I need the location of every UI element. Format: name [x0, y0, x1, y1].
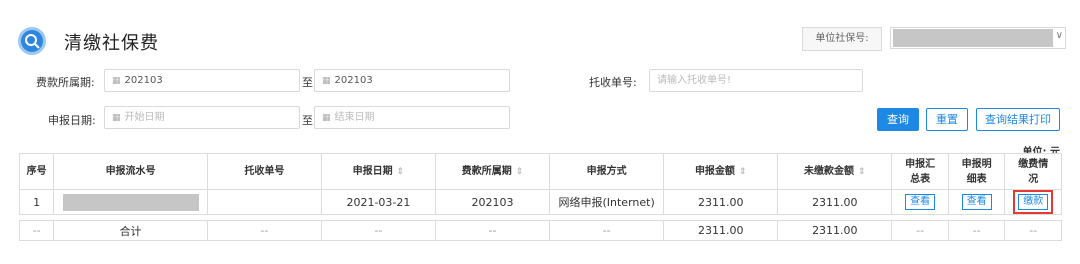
header-serial: 申报流水号 [53, 153, 208, 190]
range-separator: 至 [302, 76, 313, 89]
cell-serial [53, 189, 208, 215]
unit-social-insurance-select[interactable]: ∨ [890, 27, 1066, 49]
total-status: -- [1004, 220, 1062, 241]
view-detail-button[interactable]: 查看 [961, 194, 992, 210]
cell-unpaid: 2311.00 [777, 189, 893, 215]
calendar-icon: ▦ [112, 113, 121, 123]
sort-icon: ⇕ [396, 166, 405, 177]
header-unpaid[interactable]: 未缴款金额 ⇕ [777, 153, 893, 190]
total-seq: -- [18, 220, 55, 241]
cell-seq: 1 [18, 189, 55, 215]
unit-social-insurance-label: 单位社保号: [802, 27, 882, 51]
period-from-input[interactable]: ▦ 202103 [104, 69, 300, 92]
total-detail: -- [947, 220, 1006, 241]
total-period: -- [434, 220, 551, 241]
receipt-input[interactable]: 请输入托收单号! [649, 69, 863, 92]
total-summary: -- [891, 220, 949, 241]
header-method: 申报方式 [549, 153, 665, 190]
table-row: 1 2021-03-21 202103 网络申报(Internet) 2311.… [18, 189, 1062, 215]
total-date: -- [320, 220, 436, 241]
total-label: 合计 [53, 220, 208, 241]
header-date[interactable]: 申报日期 ⇕ [320, 153, 436, 190]
cell-period: 202103 [434, 189, 551, 215]
total-amount: 2311.00 [663, 220, 779, 241]
sort-icon: ⇕ [738, 166, 747, 177]
period-label: 费款所属期: [36, 76, 95, 89]
redacted-value [62, 193, 199, 211]
report-end-date-input[interactable]: ▦ 结束日期 [314, 106, 510, 129]
table-header-row: 序号 申报流水号 托收单号 申报日期 ⇕ 费款所属期 ⇕ 申报方式 申报金额 ⇕ 未缴… [18, 153, 1062, 190]
header-detail: 申报明 细表 [947, 153, 1006, 190]
sort-icon: ⇕ [515, 166, 524, 177]
range-separator: 至 [302, 114, 313, 127]
cell-status: 缴款 [1004, 189, 1062, 215]
redacted-value [893, 29, 1053, 47]
cell-amount: 2311.00 [663, 189, 779, 215]
chevron-down-icon: ∨ [1055, 30, 1063, 41]
header-summary: 申报汇 总表 [891, 153, 949, 190]
print-results-button[interactable]: 查询结果打印 [976, 108, 1060, 131]
report-date-label: 申报日期: [48, 114, 96, 127]
cell-receipt [206, 189, 322, 215]
cell-detail: 查看 [947, 189, 1006, 215]
social-insurance-logo-icon [18, 27, 46, 55]
page-title: 清缴社保费 [64, 33, 159, 54]
reset-button[interactable]: 重置 [926, 108, 968, 131]
calendar-icon: ▦ [322, 113, 331, 123]
total-unpaid: 2311.00 [777, 220, 893, 241]
header-receipt: 托收单号 [206, 153, 322, 190]
total-row: -- 合计 -- -- -- -- 2311.00 2311.00 -- -- … [18, 220, 1062, 241]
total-receipt: -- [206, 220, 322, 241]
header-seq: 序号 [18, 153, 55, 190]
total-method: -- [549, 220, 665, 241]
cell-summary: 查看 [891, 189, 949, 215]
header-amount[interactable]: 申报金额 ⇕ [663, 153, 779, 190]
pay-highlight: 缴款 [1013, 190, 1054, 214]
calendar-icon: ▦ [112, 76, 121, 86]
calendar-icon: ▦ [322, 76, 331, 86]
sort-icon: ⇕ [858, 166, 866, 177]
report-start-date-input[interactable]: ▦ 开始日期 [104, 106, 300, 129]
header-period[interactable]: 费款所属期 ⇕ [434, 153, 551, 190]
cell-method: 网络申报(Internet) [549, 189, 665, 215]
payment-table: 序号 申报流水号 托收单号 申报日期 ⇕ 费款所属期 ⇕ 申报方式 申报金额 ⇕ 未缴… [18, 153, 1062, 241]
pay-button[interactable]: 缴款 [1018, 194, 1049, 210]
header-status: 缴费情况 [1004, 153, 1062, 190]
view-summary-button[interactable]: 查看 [905, 194, 936, 210]
period-to-input[interactable]: ▦ 202103 [314, 69, 510, 92]
query-button[interactable]: 查询 [877, 108, 919, 131]
cell-date: 2021-03-21 [320, 189, 436, 215]
receipt-label: 托收单号: [589, 76, 637, 89]
